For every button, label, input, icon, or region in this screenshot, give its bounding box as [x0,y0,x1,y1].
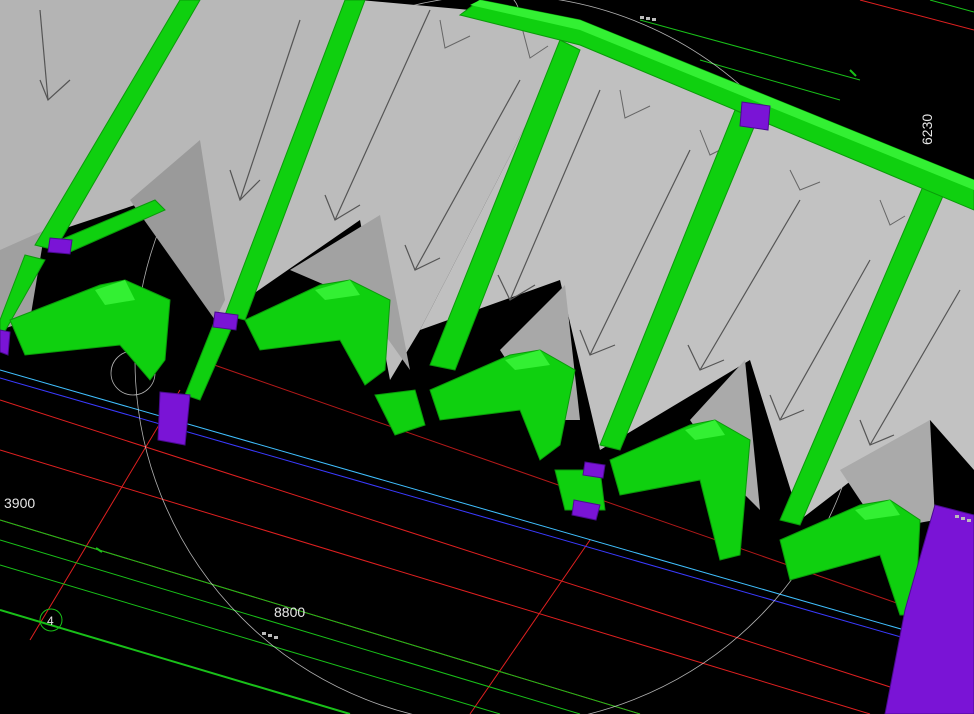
grid-axis-label: 4 [47,614,54,628]
dimension-3900: 3900 [4,495,35,511]
model-canvas[interactable]: 3900 8800 6230 4 [0,0,974,714]
cad-3d-viewport[interactable]: 3900 8800 6230 4 [0,0,974,714]
dimension-8800: 8800 [274,604,305,620]
grid-axis-bubble-4[interactable]: 4 [39,608,63,632]
dimension-6230: 6230 [919,114,935,145]
